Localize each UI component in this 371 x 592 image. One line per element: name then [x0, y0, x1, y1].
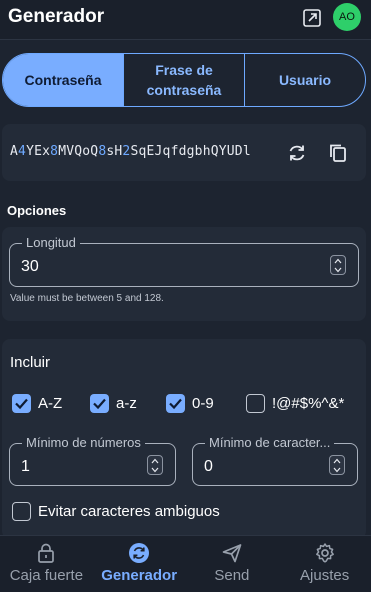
generate-icon: [129, 543, 150, 563]
regenerate-icon[interactable]: [286, 142, 308, 164]
length-label: Longitud: [22, 235, 80, 250]
chevron-up-icon[interactable]: [151, 458, 159, 464]
gear-icon: [315, 543, 334, 563]
type-option-username[interactable]: Usuario: [244, 54, 365, 106]
min-special-label: Mínimo de caracter...: [205, 435, 335, 450]
checkbox-special-label: !@#$%^&*: [272, 395, 345, 412]
nav-label-send: Send: [214, 567, 250, 584]
nav-label-generator: Generador: [101, 567, 178, 584]
header: Generador AO: [0, 0, 371, 40]
password-segment: 8: [50, 144, 59, 159]
password-segment: MVQoQ: [58, 144, 99, 159]
options-heading: Opciones: [7, 203, 67, 218]
checkbox-avoid-ambiguous[interactable]: [12, 502, 31, 521]
length-field[interactable]: Longitud 30: [9, 235, 359, 287]
type-option-passphrase[interactable]: Frase de contraseña: [123, 54, 244, 106]
type-option-password[interactable]: Contraseña: [3, 54, 123, 106]
length-input[interactable]: 30: [21, 258, 39, 276]
nav-label-vault: Caja fuerte: [9, 567, 84, 584]
checkbox-lowercase-label: a-z: [116, 395, 137, 412]
page-title: Generador: [8, 6, 105, 27]
generator-type-toggle: Contraseña Frase de contraseña Usuario: [2, 53, 366, 107]
check-icon: [93, 398, 106, 410]
lock-icon: [38, 543, 55, 563]
password-segment: A: [10, 144, 19, 159]
checkbox-lowercase[interactable]: [90, 394, 109, 413]
checkbox-avoid-ambiguous-label: Evitar caracteres ambiguos: [38, 503, 220, 520]
min-numbers-field[interactable]: Mínimo de números 1: [9, 435, 176, 486]
password-segment: SqEJqfdgbhQYUDl: [130, 144, 251, 159]
bottom-nav: Caja fuerte Generador Send Ajustes: [0, 535, 371, 592]
chevron-up-icon[interactable]: [334, 258, 342, 264]
checkbox-special[interactable]: [246, 394, 265, 413]
check-icon: [15, 398, 28, 410]
checkbox-numbers-label: 0-9: [192, 395, 214, 412]
min-numbers-stepper[interactable]: [147, 455, 163, 475]
include-heading: Incluir: [10, 354, 51, 371]
length-stepper[interactable]: [330, 255, 346, 275]
generated-password-card: A4YEx8MVQoQ8sH2SqEJqfdgbhQYUDl: [2, 124, 366, 181]
min-numbers-input[interactable]: 1: [21, 458, 30, 476]
nav-item-vault[interactable]: Caja fuerte: [0, 536, 93, 592]
copy-icon[interactable]: [327, 142, 349, 164]
min-special-stepper[interactable]: [329, 455, 345, 475]
check-icon: [169, 398, 182, 410]
nav-item-generator[interactable]: Generador: [93, 536, 186, 592]
password-segment: sH: [106, 144, 123, 159]
popout-icon[interactable]: [302, 8, 322, 28]
nav-label-settings: Ajustes: [300, 567, 350, 584]
password-segment: 4: [18, 144, 27, 159]
nav-item-send[interactable]: Send: [186, 536, 279, 592]
nav-item-settings[interactable]: Ajustes: [278, 536, 371, 592]
chevron-down-icon[interactable]: [151, 467, 159, 473]
avatar[interactable]: AO: [333, 3, 361, 31]
options-card: Longitud 30: [2, 227, 366, 321]
min-special-input[interactable]: 0: [204, 458, 213, 476]
chevron-down-icon[interactable]: [334, 267, 342, 273]
min-special-field[interactable]: Mínimo de caracter... 0: [192, 435, 358, 486]
checkbox-uppercase-label: A-Z: [38, 395, 63, 412]
chevron-down-icon[interactable]: [333, 467, 341, 473]
length-hint: Value must be between 5 and 128.: [10, 293, 164, 304]
checkbox-uppercase[interactable]: [12, 394, 31, 413]
min-numbers-label: Mínimo de números: [22, 435, 145, 450]
checkbox-numbers[interactable]: [166, 394, 185, 413]
chevron-up-icon[interactable]: [333, 458, 341, 464]
send-icon: [222, 544, 242, 563]
generated-password: A4YEx8MVQoQ8sH2SqEJqfdgbhQYUDl: [10, 144, 251, 159]
password-segment: YEx: [26, 144, 51, 159]
